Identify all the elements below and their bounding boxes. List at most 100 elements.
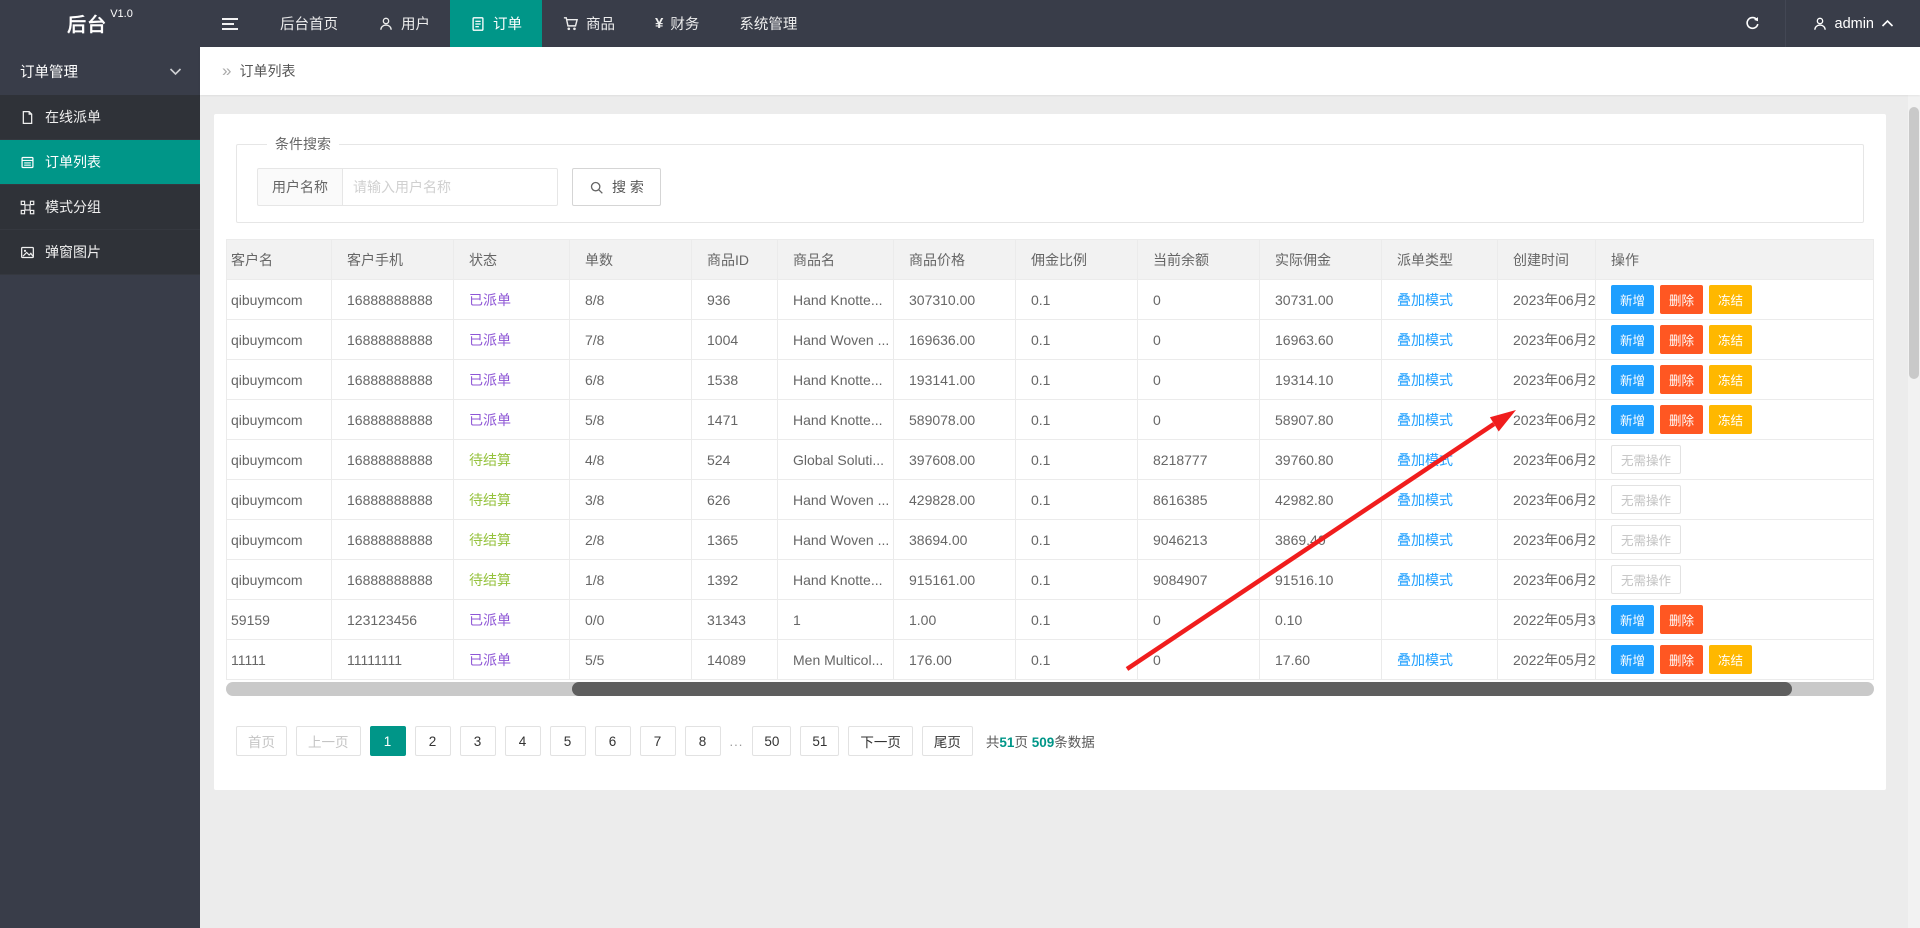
cell-commission: 16963.60 <box>1260 320 1382 360</box>
search-button[interactable]: 搜 索 <box>572 168 661 206</box>
nav-item-finance[interactable]: ¥ 财务 <box>635 0 719 47</box>
column-header: 实际佣金 <box>1260 240 1382 280</box>
delete-button[interactable]: 删除 <box>1660 285 1703 314</box>
nav-item-system[interactable]: 系统管理 <box>719 0 817 47</box>
table-row: qibuymcom16888888888待结算1/81392Hand Knott… <box>227 560 1874 600</box>
cell-dispatch-type: 叠加模式 <box>1382 480 1498 520</box>
freeze-button[interactable]: 冻结 <box>1709 325 1752 354</box>
total-pages: 51 <box>999 735 1014 750</box>
admin-username: admin <box>1835 16 1875 32</box>
delete-button[interactable]: 删除 <box>1660 365 1703 394</box>
add-button[interactable]: 新增 <box>1611 325 1654 354</box>
cell-created: 2023年06月21 <box>1498 520 1596 560</box>
refresh-button[interactable] <box>1720 0 1786 47</box>
cell-commission: 0.10 <box>1260 600 1382 640</box>
cell-balance: 9046213 <box>1138 520 1260 560</box>
freeze-button[interactable]: 冻结 <box>1709 645 1752 674</box>
cell-status: 待结算 <box>454 480 570 520</box>
user-icon <box>378 16 394 32</box>
add-button[interactable]: 新增 <box>1611 405 1654 434</box>
cell-dispatch-type: 叠加模式 <box>1382 400 1498 440</box>
dispatch-type-link[interactable]: 叠加模式 <box>1397 292 1453 308</box>
delete-button[interactable]: 删除 <box>1660 325 1703 354</box>
menu-toggle-icon[interactable] <box>200 0 260 47</box>
horizontal-scrollbar-thumb[interactable] <box>572 682 1792 696</box>
page-button-1[interactable]: 1 <box>370 726 406 756</box>
sidebar-item-online-dispatch[interactable]: 在线派单 <box>0 95 200 140</box>
dispatch-type-link[interactable]: 叠加模式 <box>1397 652 1453 668</box>
dispatch-type-link[interactable]: 叠加模式 <box>1397 572 1453 588</box>
horizontal-scrollbar-track <box>226 682 1874 696</box>
admin-menu[interactable]: admin <box>1786 0 1920 47</box>
page-button-50[interactable]: 50 <box>752 726 791 756</box>
next-page-button[interactable]: 下一页 <box>848 726 913 756</box>
cell-balance: 0 <box>1138 400 1260 440</box>
add-button[interactable]: 新增 <box>1611 285 1654 314</box>
cell-commission: 58907.80 <box>1260 400 1382 440</box>
dispatch-type-link[interactable]: 叠加模式 <box>1397 332 1453 348</box>
cell-customer: qibuymcom <box>227 480 332 520</box>
delete-button[interactable]: 删除 <box>1660 645 1703 674</box>
vertical-scrollbar-thumb[interactable] <box>1909 107 1919 379</box>
dispatch-type-link[interactable]: 叠加模式 <box>1397 532 1453 548</box>
dispatch-type-link[interactable]: 叠加模式 <box>1397 492 1453 508</box>
nav-item-products[interactable]: 商品 <box>542 0 635 47</box>
page-button-7[interactable]: 7 <box>640 726 676 756</box>
freeze-button[interactable]: 冻结 <box>1709 285 1752 314</box>
sidebar-item-mode-group[interactable]: 模式分组 <box>0 185 200 230</box>
group-icon <box>20 200 35 215</box>
dispatch-type-link[interactable]: 叠加模式 <box>1397 452 1453 468</box>
page-button-5[interactable]: 5 <box>550 726 586 756</box>
cell-price: 915161.00 <box>894 560 1016 600</box>
dispatch-type-link[interactable]: 叠加模式 <box>1397 372 1453 388</box>
add-button[interactable]: 新增 <box>1611 645 1654 674</box>
cell-ratio: 0.1 <box>1016 440 1138 480</box>
cell-dispatch-type: 叠加模式 <box>1382 640 1498 680</box>
cell-actions: 无需操作 <box>1596 560 1874 600</box>
page-button-6[interactable]: 6 <box>595 726 631 756</box>
cell-commission: 42982.80 <box>1260 480 1382 520</box>
freeze-button[interactable]: 冻结 <box>1709 365 1752 394</box>
nav-item-users[interactable]: 用户 <box>358 0 450 47</box>
sidebar-item-popup-image[interactable]: 弹窗图片 <box>0 230 200 275</box>
cell-actions: 新增删除冻结 <box>1596 640 1874 680</box>
admin-user-icon <box>1812 16 1828 32</box>
document-icon <box>470 16 486 32</box>
cart-icon <box>562 15 579 32</box>
cell-commission: 19314.10 <box>1260 360 1382 400</box>
cell-commission: 17.60 <box>1260 640 1382 680</box>
cell-count: 3/8 <box>570 480 692 520</box>
cell-phone: 16888888888 <box>332 400 454 440</box>
page-button-3[interactable]: 3 <box>460 726 496 756</box>
username-input[interactable] <box>342 168 558 206</box>
search-fieldset: 条件搜索 用户名称 搜 索 <box>236 134 1864 223</box>
sidebar-group-order-management[interactable]: 订单管理 <box>0 47 200 95</box>
cell-dispatch-type: 叠加模式 <box>1382 360 1498 400</box>
nav-item-home[interactable]: 后台首页 <box>260 0 358 47</box>
nav-item-orders[interactable]: 订单 <box>450 0 542 47</box>
last-page-button[interactable]: 尾页 <box>922 726 973 756</box>
status-badge: 已派单 <box>469 372 511 388</box>
dispatch-type-link[interactable]: 叠加模式 <box>1397 412 1453 428</box>
delete-button[interactable]: 删除 <box>1660 405 1703 434</box>
cell-customer: 11111 <box>227 640 332 680</box>
freeze-button[interactable]: 冻结 <box>1709 405 1752 434</box>
add-button[interactable]: 新增 <box>1611 365 1654 394</box>
page-button-8[interactable]: 8 <box>685 726 721 756</box>
page-button-51[interactable]: 51 <box>800 726 839 756</box>
cell-price: 397608.00 <box>894 440 1016 480</box>
cell-balance: 0 <box>1138 320 1260 360</box>
status-badge: 待结算 <box>469 492 511 508</box>
add-button[interactable]: 新增 <box>1611 605 1654 634</box>
app-title: 后台 <box>67 10 107 37</box>
sidebar-item-order-list[interactable]: 订单列表 <box>0 140 200 185</box>
column-header: 操作 <box>1596 240 1874 280</box>
page-button-4[interactable]: 4 <box>505 726 541 756</box>
delete-button[interactable]: 删除 <box>1660 605 1703 634</box>
status-badge: 待结算 <box>469 572 511 588</box>
column-header: 商品价格 <box>894 240 1016 280</box>
page-button-2[interactable]: 2 <box>415 726 451 756</box>
cell-ratio: 0.1 <box>1016 280 1138 320</box>
cell-customer: qibuymcom <box>227 400 332 440</box>
cell-ratio: 0.1 <box>1016 560 1138 600</box>
